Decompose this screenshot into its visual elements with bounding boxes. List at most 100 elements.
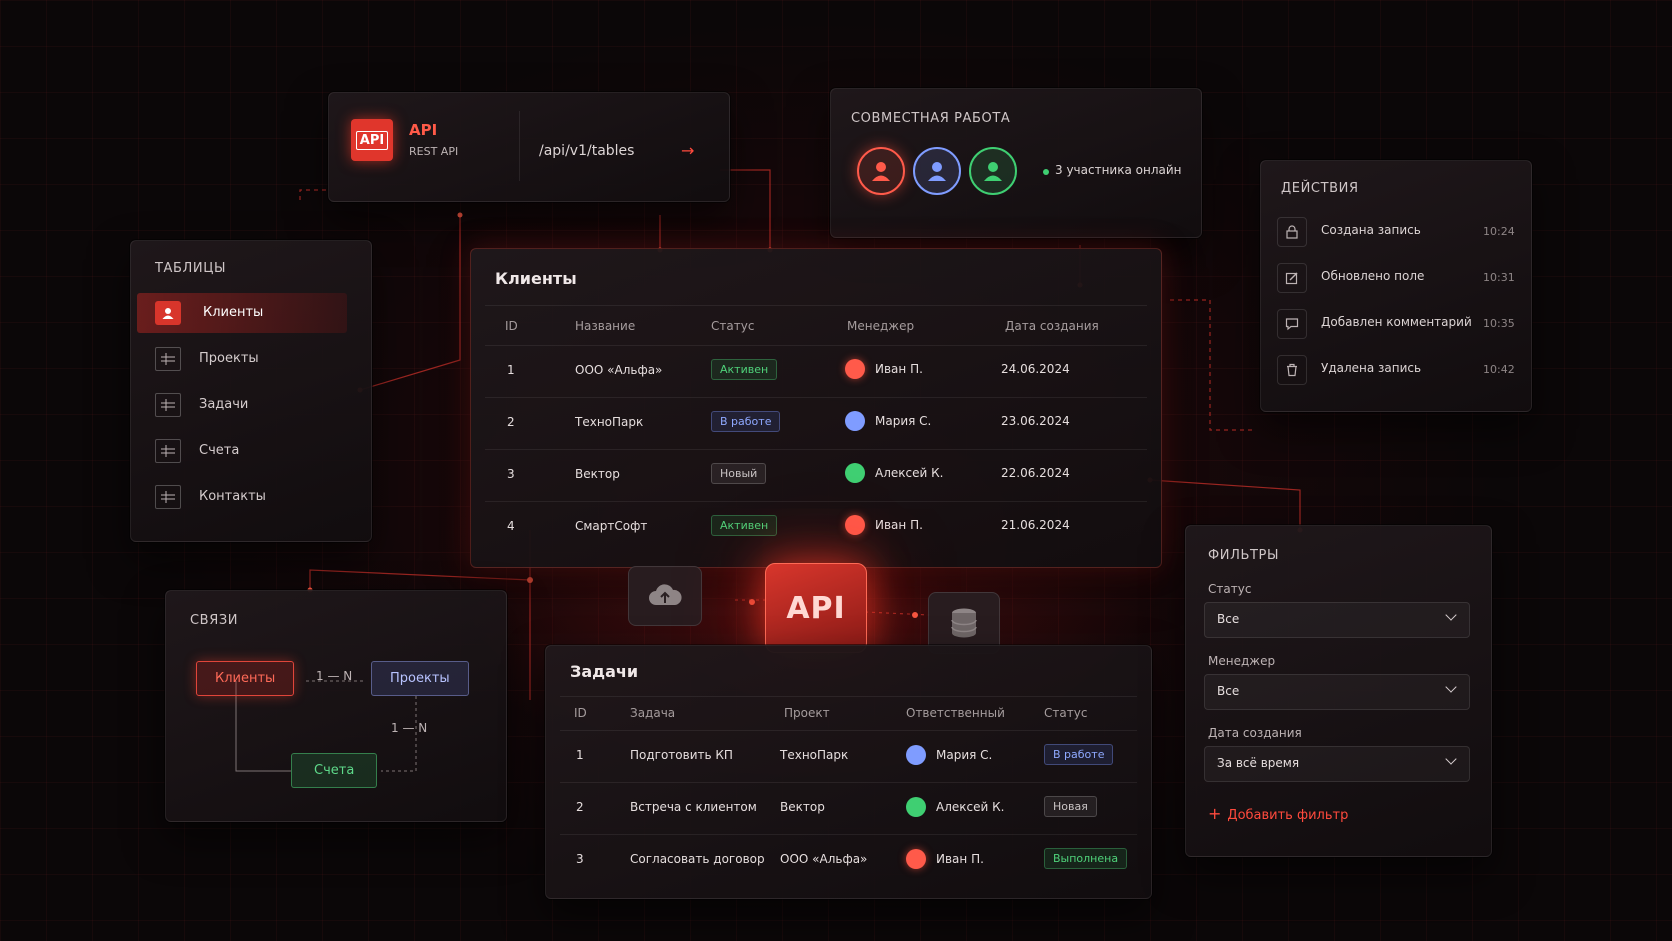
filters-panel: ФИЛЬТРЫ Статус Все Менеджер Все Дата соз… bbox=[1185, 525, 1492, 857]
cell-date: 23.06.2024 bbox=[1001, 414, 1070, 428]
select-value: Все bbox=[1217, 612, 1240, 626]
date-select[interactable]: За всё время bbox=[1204, 746, 1470, 782]
add-filter-label: Добавить фильтр bbox=[1227, 808, 1349, 823]
filter-label: Статус bbox=[1208, 582, 1252, 596]
user-avatar-icon bbox=[845, 463, 865, 483]
user-avatar-red[interactable] bbox=[857, 147, 905, 195]
cell-date: 24.06.2024 bbox=[1001, 362, 1070, 376]
api-title: API bbox=[409, 121, 438, 139]
table-row[interactable]: 1 Подготовить КП ТехноПарк Мария С. В ра… bbox=[560, 730, 1137, 782]
clients-table-panel: Клиенты ID Название Статус Менеджер Дата… bbox=[470, 248, 1162, 568]
action-item[interactable]: Создана запись 10:24 bbox=[1277, 213, 1517, 253]
filter-label: Менеджер bbox=[1208, 654, 1276, 668]
clients-title: Клиенты bbox=[495, 269, 577, 288]
relation-node-accounts[interactable]: Счета bbox=[291, 753, 378, 788]
cell-project: Вектор bbox=[780, 800, 825, 814]
manager-select[interactable]: Все bbox=[1204, 674, 1470, 710]
status-badge: В работе bbox=[711, 411, 781, 432]
sidebar-item-label: Проекты bbox=[199, 351, 259, 366]
table-row[interactable]: 2 ТехноПарк В работе Мария С. 23.06.2024 bbox=[485, 397, 1147, 449]
relation-node-projects[interactable]: Проекты bbox=[371, 661, 469, 696]
cell-name: СмартСофт bbox=[575, 519, 648, 533]
cell-owner: Мария С. bbox=[936, 748, 993, 762]
add-filter-button[interactable]: + Добавить фильтр bbox=[1208, 804, 1348, 823]
trash-icon bbox=[1277, 355, 1307, 385]
action-item[interactable]: Удалена запись 10:42 bbox=[1277, 351, 1517, 391]
user-icon bbox=[872, 162, 890, 181]
cell-id: 3 bbox=[576, 852, 584, 866]
filter-label: Дата создания bbox=[1208, 726, 1302, 740]
table-row[interactable]: 4 СмартСофт Активен Иван П. 21.06.2024 bbox=[485, 501, 1147, 553]
action-label: Создана запись bbox=[1321, 223, 1421, 237]
cell-owner: Иван П. bbox=[936, 852, 984, 866]
api-panel[interactable]: API API REST API /api/v1/tables → bbox=[328, 92, 730, 202]
table-row[interactable]: 1 ООО «Альфа» Активен Иван П. 24.06.2024 bbox=[485, 345, 1147, 397]
header-divider bbox=[485, 305, 1147, 306]
cell-name: ТехноПарк bbox=[575, 415, 644, 429]
sidebar-item-label: Счета bbox=[199, 443, 240, 458]
actions-title: ДЕЙСТВИЯ bbox=[1281, 181, 1359, 196]
table-icon bbox=[155, 439, 181, 463]
action-time: 10:31 bbox=[1483, 271, 1515, 284]
sidebar-item-label: Контакты bbox=[199, 489, 266, 504]
column-header: Проект bbox=[784, 706, 830, 720]
cell-id: 3 bbox=[507, 467, 515, 481]
online-dot bbox=[1043, 169, 1049, 175]
column-header: Статус bbox=[711, 319, 755, 333]
status-select[interactable]: Все bbox=[1204, 602, 1470, 638]
action-item[interactable]: Добавлен комментарий 10:35 bbox=[1277, 305, 1517, 345]
api-logo-text: API bbox=[355, 130, 389, 150]
cell-task: Встреча с клиентом bbox=[630, 800, 757, 814]
user-avatar-green[interactable] bbox=[969, 147, 1017, 195]
online-count: 3 участника онлайн bbox=[1055, 163, 1182, 177]
action-time: 10:42 bbox=[1483, 363, 1515, 376]
column-header: Задача bbox=[630, 706, 676, 720]
filters-title: ФИЛЬТРЫ bbox=[1208, 548, 1280, 563]
user-icon bbox=[984, 162, 1002, 181]
api-hub[interactable]: API bbox=[765, 563, 867, 653]
column-header: Дата создания bbox=[1005, 319, 1099, 333]
table-row[interactable]: 3 Согласовать договор ООО «Альфа» Иван П… bbox=[560, 834, 1137, 886]
sidebar-item-label: Клиенты bbox=[203, 305, 264, 320]
cell-date: 22.06.2024 bbox=[1001, 466, 1070, 480]
user-avatar-icon bbox=[845, 411, 865, 431]
status-badge: Выполнена bbox=[1044, 848, 1128, 869]
user-avatar-icon bbox=[906, 797, 926, 817]
chevron-down-icon bbox=[1445, 753, 1457, 765]
api-subtitle: REST API bbox=[409, 145, 459, 158]
table-icon bbox=[155, 485, 181, 509]
cell-manager: Мария С. bbox=[875, 414, 932, 428]
cell-id: 4 bbox=[507, 519, 515, 533]
relations-panel: СВЯЗИ Клиенты 1 — N Проекты 1 — N Счета bbox=[165, 590, 507, 822]
sidebar-item-accounts[interactable]: Счета bbox=[137, 431, 347, 471]
chevron-down-icon bbox=[1445, 681, 1457, 693]
cloud-upload-icon[interactable] bbox=[628, 566, 702, 626]
action-label: Обновлено поле bbox=[1321, 269, 1425, 283]
status-badge: В работе bbox=[1044, 744, 1114, 765]
table-row[interactable]: 2 Встреча с клиентом Вектор Алексей К. Н… bbox=[560, 782, 1137, 834]
collaboration-title: СОВМЕСТНАЯ РАБОТА bbox=[851, 111, 1011, 126]
table-row[interactable]: 3 Вектор Новый Алексей К. 22.06.2024 bbox=[485, 449, 1147, 501]
user-avatar-icon bbox=[845, 515, 865, 535]
api-hub-label: API bbox=[786, 590, 846, 626]
cell-id: 2 bbox=[576, 800, 584, 814]
select-value: За всё время bbox=[1217, 756, 1300, 770]
sidebar-item-label: Задачи bbox=[199, 397, 249, 412]
action-label: Удалена запись bbox=[1321, 361, 1422, 375]
sidebar-item-tasks[interactable]: Задачи bbox=[137, 385, 347, 425]
sidebar-item-contacts[interactable]: Контакты bbox=[137, 477, 347, 517]
sidebar-item-projects[interactable]: Проекты bbox=[137, 339, 347, 379]
relation-node-clients[interactable]: Клиенты bbox=[196, 661, 295, 696]
sidebar-item-clients[interactable]: Клиенты bbox=[137, 293, 347, 333]
arrow-right-icon[interactable]: → bbox=[681, 141, 694, 160]
divider bbox=[519, 111, 520, 181]
relation-label: 1 — N bbox=[391, 721, 428, 735]
column-header: Ответственный bbox=[906, 706, 1005, 720]
action-item[interactable]: Обновлено поле 10:31 bbox=[1277, 259, 1517, 299]
collaboration-panel: СОВМЕСТНАЯ РАБОТА 3 участника онлайн bbox=[830, 88, 1202, 238]
user-avatar-blue[interactable] bbox=[913, 147, 961, 195]
api-logo-icon: API bbox=[351, 119, 393, 161]
comment-icon bbox=[1277, 309, 1307, 339]
tables-title: ТАБЛИЦЫ bbox=[155, 261, 227, 276]
column-header: ID bbox=[574, 706, 587, 720]
